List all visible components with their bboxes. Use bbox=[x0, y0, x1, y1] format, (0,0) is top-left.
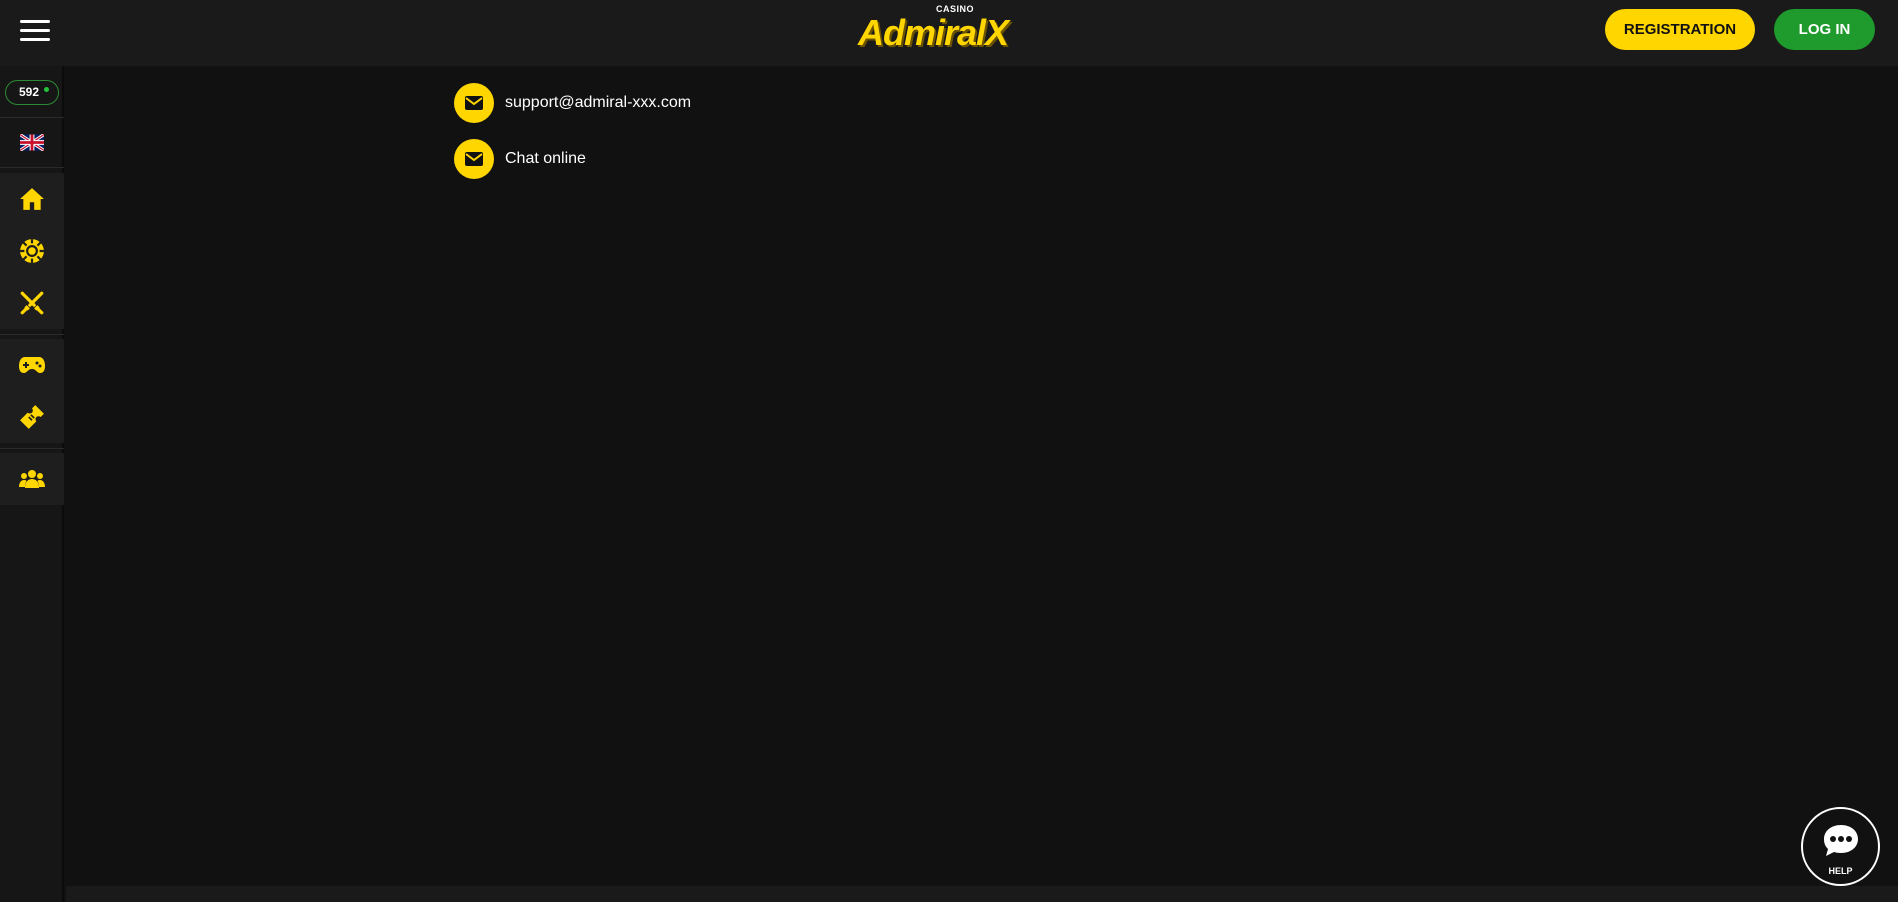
users-group-icon bbox=[19, 470, 45, 488]
top-header: CASINO AdmiralX REGISTRATION LOG IN bbox=[0, 0, 1898, 66]
site-logo[interactable]: CASINO AdmiralX bbox=[858, 2, 1048, 58]
contact-email[interactable]: support@admiral-xxx.com bbox=[454, 83, 691, 123]
mail-icon bbox=[454, 83, 494, 123]
online-status-dot bbox=[44, 87, 49, 92]
help-label: HELP bbox=[1828, 866, 1853, 876]
contact-chat-online[interactable]: Chat online bbox=[454, 139, 586, 179]
crossed-swords-icon bbox=[20, 291, 44, 315]
contact-chat-label: Chat online bbox=[505, 150, 586, 167]
sidebar-divider bbox=[0, 334, 64, 335]
sidebar-item-sports[interactable] bbox=[0, 277, 64, 329]
gamepad-icon bbox=[19, 357, 45, 373]
sidebar-divider bbox=[0, 448, 64, 449]
sidebar-divider bbox=[0, 167, 64, 168]
chat-bubble-icon bbox=[1824, 825, 1858, 856]
sidebar-divider bbox=[0, 117, 64, 118]
help-button[interactable]: HELP bbox=[1801, 807, 1880, 886]
sidebar-item-tickets[interactable] bbox=[0, 391, 64, 443]
sidebar-item-home[interactable] bbox=[0, 173, 64, 225]
contact-email-label: support@admiral-xxx.com bbox=[505, 94, 692, 111]
online-counter: 592 bbox=[5, 80, 59, 105]
uk-flag-icon[interactable] bbox=[20, 134, 44, 151]
home-icon bbox=[20, 188, 44, 210]
main-content bbox=[66, 66, 1898, 886]
ticket-icon bbox=[20, 405, 44, 429]
mail-icon bbox=[454, 139, 494, 179]
logo-wordmark: AdmiralX bbox=[858, 12, 1009, 53]
login-button[interactable]: LOG IN bbox=[1774, 9, 1875, 50]
bottom-strip bbox=[66, 886, 1898, 902]
hamburger-menu-icon[interactable] bbox=[18, 18, 52, 44]
left-sidebar: 592 bbox=[0, 66, 64, 902]
registration-button[interactable]: REGISTRATION bbox=[1605, 9, 1755, 50]
sidebar-item-games[interactable] bbox=[0, 339, 64, 391]
casino-chip-icon bbox=[20, 239, 44, 263]
online-count-value: 592 bbox=[18, 85, 40, 99]
sidebar-item-community[interactable] bbox=[0, 453, 64, 505]
sidebar-item-casino[interactable] bbox=[0, 225, 64, 277]
